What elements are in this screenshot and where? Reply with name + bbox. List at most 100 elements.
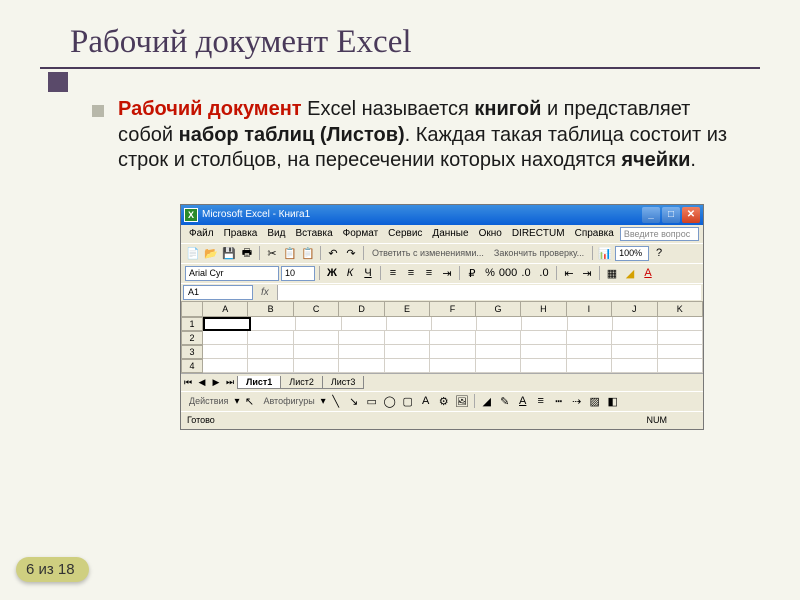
diagram-icon[interactable]: ⚙ bbox=[436, 393, 452, 409]
col-header[interactable]: C bbox=[294, 301, 339, 317]
sheet-tab-2[interactable]: Лист2 bbox=[280, 376, 323, 389]
clipart-icon[interactable]: 🖼 bbox=[454, 393, 470, 409]
arrow-icon[interactable]: ↘ bbox=[346, 393, 362, 409]
dec-decimal-icon[interactable]: .0 bbox=[536, 265, 552, 281]
align-right-icon[interactable]: ≡ bbox=[421, 265, 437, 281]
percent-icon[interactable]: % bbox=[482, 265, 498, 281]
drawing-toolbar: Действия▾ ↖ Автофигуры▾ ╲ ↘ ▭ ◯ ▢ A ⚙ 🖼 … bbox=[181, 391, 703, 411]
font-color-icon[interactable]: A bbox=[640, 265, 656, 281]
col-header[interactable]: A bbox=[203, 301, 248, 317]
indent-in-icon[interactable]: ⇥ bbox=[579, 265, 595, 281]
currency-icon[interactable]: ₽ bbox=[464, 265, 480, 281]
spreadsheet-grid[interactable]: A B C D E F G H I J K 1 2 3 4 bbox=[181, 301, 703, 373]
excel-screenshot: X Microsoft Excel - Книга1 _ □ ✕ Файл Пр… bbox=[180, 204, 704, 430]
underline-icon[interactable]: Ч bbox=[360, 265, 376, 281]
page-number: 6 из 18 bbox=[16, 557, 89, 582]
align-left-icon[interactable]: ≡ bbox=[385, 265, 401, 281]
maximize-button[interactable]: □ bbox=[662, 207, 680, 223]
fill-icon[interactable]: ◢ bbox=[479, 393, 495, 409]
bold-icon[interactable]: Ж bbox=[324, 265, 340, 281]
fill-color-icon[interactable]: ◢ bbox=[622, 265, 638, 281]
copy-icon[interactable]: 📋 bbox=[282, 245, 298, 261]
zoom-combo[interactable]: 100% bbox=[615, 246, 649, 261]
col-header[interactable]: K bbox=[658, 301, 703, 317]
italic-icon[interactable]: К bbox=[342, 265, 358, 281]
shadow-icon[interactable]: ▨ bbox=[587, 393, 603, 409]
save-icon[interactable]: 💾 bbox=[221, 245, 237, 261]
redo-icon[interactable]: ↷ bbox=[343, 245, 359, 261]
close-button[interactable]: ✕ bbox=[682, 207, 700, 223]
menu-tools[interactable]: Сервис bbox=[384, 227, 426, 240]
wordart-icon[interactable]: A bbox=[418, 393, 434, 409]
fx-icon[interactable]: fx bbox=[253, 287, 277, 298]
select-all-cell[interactable] bbox=[181, 301, 203, 317]
cell-a1[interactable] bbox=[203, 317, 251, 331]
menu-data[interactable]: Данные bbox=[428, 227, 472, 240]
borders-icon[interactable]: ▦ bbox=[604, 265, 620, 281]
reply-changes-label[interactable]: Ответить с изменениями... bbox=[368, 248, 488, 258]
merge-icon[interactable]: ⇥ bbox=[439, 265, 455, 281]
inc-decimal-icon[interactable]: .0 bbox=[518, 265, 534, 281]
row-header[interactable]: 4 bbox=[181, 359, 203, 373]
menu-edit[interactable]: Правка bbox=[220, 227, 262, 240]
oval-icon[interactable]: ◯ bbox=[382, 393, 398, 409]
help-icon[interactable]: ? bbox=[651, 245, 667, 261]
rect-icon[interactable]: ▭ bbox=[364, 393, 380, 409]
menu-insert[interactable]: Вставка bbox=[291, 227, 336, 240]
body-paragraph: Рабочий документ Excel называется книгой… bbox=[118, 97, 740, 174]
col-header[interactable]: F bbox=[430, 301, 475, 317]
open-icon[interactable]: 📂 bbox=[203, 245, 219, 261]
menu-view[interactable]: Вид bbox=[263, 227, 289, 240]
menu-help[interactable]: Справка bbox=[571, 227, 618, 240]
linestyle-icon[interactable]: ≡ bbox=[533, 393, 549, 409]
col-header[interactable]: H bbox=[521, 301, 566, 317]
new-icon[interactable]: 📄 bbox=[185, 245, 201, 261]
align-center-icon[interactable]: ≡ bbox=[403, 265, 419, 281]
help-question-input[interactable]: Введите вопрос bbox=[620, 227, 699, 241]
undo-icon[interactable]: ↶ bbox=[325, 245, 341, 261]
dashstyle-icon[interactable]: ┅ bbox=[551, 393, 567, 409]
line-icon[interactable]: ╲ bbox=[328, 393, 344, 409]
indent-out-icon[interactable]: ⇤ bbox=[561, 265, 577, 281]
formula-bar[interactable] bbox=[277, 285, 701, 300]
finish-review-label[interactable]: Закончить проверку... bbox=[490, 248, 588, 258]
col-header[interactable]: D bbox=[339, 301, 384, 317]
paste-icon[interactable]: 📋 bbox=[300, 245, 316, 261]
sheet-tab-1[interactable]: Лист1 bbox=[237, 376, 281, 389]
font-combo[interactable]: Arial Cyr bbox=[185, 266, 279, 281]
pointer-icon[interactable]: ↖ bbox=[241, 393, 257, 409]
linecolor-icon[interactable]: ✎ bbox=[497, 393, 513, 409]
menu-file[interactable]: Файл bbox=[185, 227, 218, 240]
tab-nav-prev-icon[interactable]: ◀ bbox=[195, 377, 209, 388]
comma-icon[interactable]: 000 bbox=[500, 265, 516, 281]
col-header[interactable]: I bbox=[567, 301, 612, 317]
col-header[interactable]: E bbox=[385, 301, 430, 317]
fontcolor-icon[interactable]: A bbox=[515, 393, 531, 409]
textbox-icon[interactable]: ▢ bbox=[400, 393, 416, 409]
menu-format[interactable]: Формат bbox=[339, 227, 383, 240]
row-header[interactable]: 1 bbox=[181, 317, 203, 331]
menu-window[interactable]: Окно bbox=[475, 227, 506, 240]
chart-icon[interactable]: 📊 bbox=[597, 245, 613, 261]
col-header[interactable]: G bbox=[476, 301, 521, 317]
row-header[interactable]: 3 bbox=[181, 345, 203, 359]
sheet-tab-3[interactable]: Лист3 bbox=[322, 376, 365, 389]
menu-bar: Файл Правка Вид Вставка Формат Сервис Да… bbox=[181, 225, 703, 243]
excel-app-icon: X bbox=[184, 208, 198, 222]
size-combo[interactable]: 10 bbox=[281, 266, 315, 281]
cut-icon[interactable]: ✂ bbox=[264, 245, 280, 261]
col-header[interactable]: J bbox=[612, 301, 657, 317]
tab-nav-last-icon[interactable]: ⏭ bbox=[223, 377, 237, 388]
tab-nav-first-icon[interactable]: ⏮ bbox=[181, 377, 195, 388]
tab-nav-next-icon[interactable]: ▶ bbox=[209, 377, 223, 388]
col-header[interactable]: B bbox=[248, 301, 293, 317]
3d-icon[interactable]: ◧ bbox=[605, 393, 621, 409]
arrowstyle-icon[interactable]: ⇢ bbox=[569, 393, 585, 409]
minimize-button[interactable]: _ bbox=[642, 207, 660, 223]
autoshapes-menu[interactable]: Автофигуры bbox=[259, 396, 318, 406]
row-header[interactable]: 2 bbox=[181, 331, 203, 345]
menu-directum[interactable]: DIRECTUM bbox=[508, 227, 569, 240]
actions-menu[interactable]: Действия bbox=[185, 396, 232, 406]
name-box[interactable]: A1 bbox=[183, 285, 253, 300]
print-icon[interactable]: 🖶 bbox=[239, 245, 255, 261]
